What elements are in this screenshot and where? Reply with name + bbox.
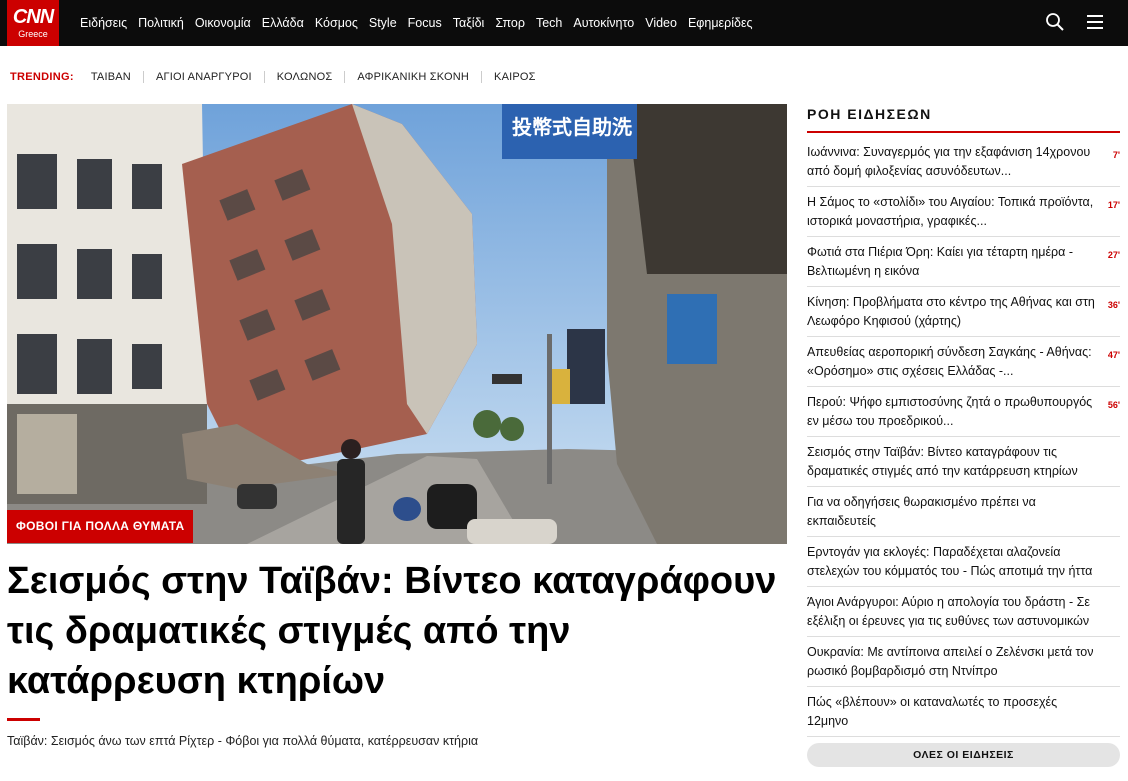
news-feed-item-text: Περού: Ψήφο εμπιστοσύνης ζητά ο πρωθυπου… (807, 395, 1093, 428)
news-feed-item[interactable]: Ιωάννινα: Συναγερμός για την εξαφάνιση 1… (807, 137, 1120, 187)
news-feed-item-text: Φωτιά στα Πιέρια Όρη: Καίει για τέταρτη … (807, 245, 1074, 278)
trending-item[interactable]: ΑΦΡΙΚΑΝΙΚΗ ΣΚΟΝΗ (344, 71, 481, 83)
news-feed-title: ΡΟΗ ΕΙΔΗΣΕΩΝ (807, 106, 932, 122)
trending-item[interactable]: ΚΑΙΡΟΣ (481, 71, 548, 83)
nav-item[interactable]: Tech (536, 16, 562, 30)
news-feed-item-time: 47' (1107, 350, 1120, 360)
news-feed-item[interactable]: Κίνηση: Προβλήματα στο κέντρο της Αθήνας… (807, 287, 1120, 337)
news-feed-item-text: Ουκρανία: Με αντίποινα απειλεί ο Ζελένσκ… (807, 645, 1094, 678)
news-feed-item-text: Ερντογάν για εκλογές: Παραδέχεται αλαζον… (807, 545, 1093, 578)
news-feed-item[interactable]: Σεισμός στην Ταϊβάν: Βίντεο καταγράφουν … (807, 437, 1120, 487)
nav-item[interactable]: Εφημερίδες (688, 16, 753, 30)
logo-region: Greece (18, 29, 48, 39)
news-feed-item[interactable]: Φωτιά στα Πιέρια Όρη: Καίει για τέταρτη … (807, 237, 1120, 287)
news-feed-item-text: Πώς «βλέπουν» οι καταναλωτές το προσεχές… (807, 695, 1058, 728)
nav-item[interactable]: Αυτοκίνητο (573, 16, 634, 30)
news-feed-item-text: Άγιοι Ανάργυροι: Αύριο η απολογία του δρ… (807, 595, 1090, 628)
news-feed-item-text: Ιωάννινα: Συναγερμός για την εξαφάνιση 1… (807, 145, 1091, 178)
main-nav: Ειδήσεις Πολιτική Οικονομία Ελλάδα Κόσμος Sty… (80, 0, 764, 46)
news-feed-item[interactable]: Απευθείας αεροπορική σύνδεση Σαγκάης - Α… (807, 337, 1120, 387)
hero-image[interactable]: 投幣式自助洗 (7, 104, 787, 544)
trending-item[interactable]: ΤΑΙΒΑΝ (91, 71, 143, 83)
search-icon[interactable] (1045, 12, 1065, 32)
news-feed-item[interactable]: Η Σάμος το «στολίδι» του Αιγαίου: Τοπικά… (807, 187, 1120, 237)
news-feed-item[interactable]: Άγιοι Ανάργυροι: Αύριο η απολογία του δρ… (807, 587, 1120, 637)
news-feed-item[interactable]: Για να οδηγήσεις θωρακισμένο πρέπει να ε… (807, 487, 1120, 537)
nav-item[interactable]: Ελλάδα (262, 16, 304, 30)
news-feed-item-time: 17' (1107, 200, 1120, 210)
news-feed-item-time: 56' (1107, 400, 1120, 410)
top-nav-bar: CNN Greece Ειδήσεις Πολιτική Οικονομία Ελλά… (0, 0, 1128, 46)
news-feed-item[interactable]: Περού: Ψήφο εμπιστοσύνης ζητά ο πρωθυπου… (807, 387, 1120, 437)
hero-category-tag[interactable]: ΦΟΒΟΙ ΓΙΑ ΠΟΛΛΑ ΘΥΜΑΤΑ (7, 510, 194, 543)
trending-item[interactable]: ΚΟΛΩΝΟΣ (263, 71, 345, 83)
news-feed-item[interactable]: Πώς «βλέπουν» οι καταναλωτές το προσεχές… (807, 687, 1120, 737)
menu-icon[interactable] (1086, 13, 1104, 31)
news-feed-item-text: Η Σάμος το «στολίδι» του Αιγαίου: Τοπικά… (807, 195, 1094, 228)
storefront-sign: 投幣式自助洗 (512, 115, 632, 139)
nav-item[interactable]: Κόσμος (315, 16, 358, 30)
news-feed-item-text: Για να οδηγήσεις θωρακισμένο πρέπει να ε… (807, 495, 1036, 528)
news-feed-item-time: 36' (1107, 300, 1120, 310)
news-feed-item-text: Κίνηση: Προβλήματα στο κέντρο της Αθήνας… (807, 295, 1095, 328)
nav-item[interactable]: Style (369, 16, 397, 30)
news-feed-item[interactable]: Ουκρανία: Με αντίποινα απειλεί ο Ζελένσκ… (807, 637, 1120, 687)
nav-item[interactable]: Σπορ (495, 16, 525, 30)
hero-subline: Ταϊβάν: Σεισμός άνω των επτά Ρίχτερ - Φό… (7, 734, 479, 748)
nav-item[interactable]: Οικονομία (195, 16, 251, 30)
news-feed-list: Ιωάννινα: Συναγερμός για την εξαφάνιση 1… (807, 137, 1120, 737)
nav-item[interactable]: Ταξίδι (453, 16, 485, 30)
cnn-greece-logo[interactable]: CNN Greece (7, 0, 59, 46)
trending-label: TRENDING: (10, 71, 74, 83)
news-feed-item-time: 27' (1107, 250, 1120, 260)
news-feed-rule (807, 131, 1120, 133)
nav-item[interactable]: Ειδήσεις (80, 16, 127, 30)
trending-item[interactable]: ΑΓΙΟΙ ΑΝΑΡΓΥΡΟΙ (142, 71, 264, 83)
nav-item[interactable]: Video (645, 16, 677, 30)
hero-headline[interactable]: Σεισμός στην Ταϊβάν: Βίντεο καταγράφουν … (7, 556, 782, 706)
trending-bar: TRENDING: ΤΑΙΒΑΝ ΑΓΙΟΙ ΑΝΑΡΓΥΡΟΙ ΚΟΛΩΝΟΣ ΑΦ… (10, 70, 548, 84)
news-feed-item[interactable]: Ερντογάν για εκλογές: Παραδέχεται αλαζον… (807, 537, 1120, 587)
nav-item[interactable]: Πολιτική (138, 16, 184, 30)
all-news-button[interactable]: ΟΛΕΣ ΟΙ ΕΙΔΗΣΕΙΣ (807, 743, 1120, 767)
nav-item[interactable]: Focus (408, 16, 442, 30)
news-feed-item-time: 7' (1112, 150, 1120, 160)
news-feed-item-text: Απευθείας αεροπορική σύνδεση Σαγκάης - Α… (807, 345, 1092, 378)
news-feed-item-text: Σεισμός στην Ταϊβάν: Βίντεο καταγράφουν … (807, 445, 1078, 478)
headline-divider (7, 718, 40, 721)
logo-brand: CNN (12, 6, 54, 28)
